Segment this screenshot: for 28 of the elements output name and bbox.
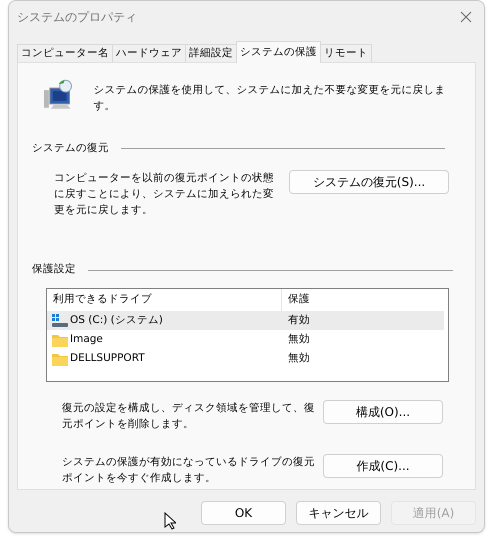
drive-name: OS (C:) (システム) xyxy=(70,312,163,328)
drive-name: DELLSUPPORT xyxy=(70,350,145,366)
tab[interactable]: システムの保護 xyxy=(236,41,321,63)
mouse-pointer-icon xyxy=(164,512,176,530)
protection-status: 有効 xyxy=(287,312,311,328)
action-description: 復元の設定を構成し、ディスク領域を管理して、復元ポイントを削除します。 xyxy=(62,401,315,432)
drive-row[interactable]: OS (C:) (システム) 有効 xyxy=(47,311,444,330)
action-button[interactable]: 構成(O)... xyxy=(323,400,443,424)
window-title: システムのプロパティ xyxy=(17,9,137,26)
restore-description: コンピューターを以前の復元ポイントの状態に戻すことにより、システムに加えられた変更を元に戻します。 xyxy=(54,171,275,218)
tab[interactable]: リモート xyxy=(320,44,372,63)
tab[interactable]: コンピューター名 xyxy=(17,44,113,63)
folder-icon xyxy=(52,332,68,346)
folder-icon xyxy=(52,352,68,366)
column-header[interactable]: 保護 xyxy=(282,289,444,311)
close-icon[interactable] xyxy=(460,11,472,23)
dialog-button[interactable]: OK xyxy=(201,501,286,525)
intro-text: システムの保護を使用して、システムに加えた不要な変更を元に戻します。 xyxy=(93,83,446,114)
action-button[interactable]: 作成(C)... xyxy=(323,454,443,478)
drive-icon xyxy=(52,314,68,328)
section-heading: 保護設定 xyxy=(32,262,76,278)
system-restore-button[interactable]: システムの復元(S)... xyxy=(289,170,449,194)
drive-name: Image xyxy=(70,332,103,347)
action-description: システムの保護が有効になっているドライブの復元ポイントを今すぐ作成します。 xyxy=(62,455,315,486)
protection-status: 無効 xyxy=(287,350,311,366)
protection-status: 無効 xyxy=(287,332,311,347)
section-heading: システムの復元 xyxy=(32,140,109,156)
dialog-button[interactable]: キャンセル xyxy=(296,501,381,525)
